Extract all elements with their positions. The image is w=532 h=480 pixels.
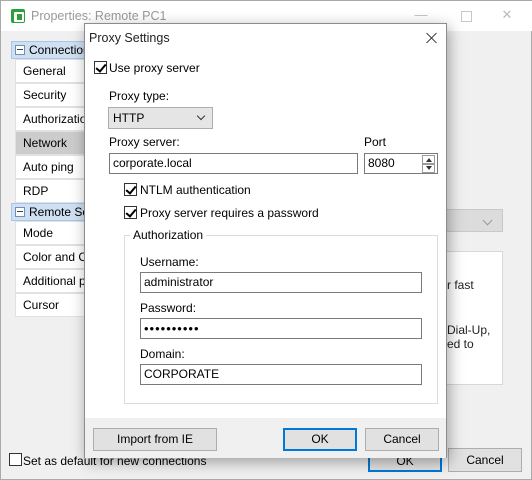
close-icon[interactable]: ✕	[497, 7, 517, 25]
ntlm-label: NTLM authentication	[140, 183, 251, 197]
cancel-button[interactable]: Cancel	[365, 428, 439, 451]
proxy-type-select[interactable]: HTTP	[108, 107, 213, 129]
authorization-group-label: Authorization	[130, 228, 207, 242]
port-label: Port	[364, 135, 387, 149]
ok-button[interactable]: OK	[283, 428, 357, 451]
proxy-type-label: Proxy type:	[109, 89, 170, 103]
requires-password-label: Proxy server requires a password	[140, 206, 319, 220]
collapse-icon[interactable]	[15, 207, 25, 217]
port-value: 8080	[368, 156, 395, 170]
username-label: Username:	[140, 255, 199, 269]
domain-label: Domain:	[140, 347, 185, 361]
dialog-body: Use proxy server Proxy type: HTTP Proxy …	[85, 52, 446, 418]
proxy-server-label: Proxy server:	[109, 135, 180, 149]
proxy-type-value: HTTP	[113, 111, 145, 125]
close-icon[interactable]	[423, 29, 441, 47]
password-label: Password:	[140, 301, 197, 315]
dialog-title: Proxy Settings	[89, 31, 170, 45]
spin-up-icon[interactable]	[422, 155, 435, 164]
set-default-checkbox[interactable]	[9, 453, 22, 466]
requires-password-checkbox[interactable]	[124, 206, 137, 219]
collapse-icon[interactable]	[15, 45, 25, 55]
background-text-fragment: Dial-Up,	[447, 323, 491, 337]
background-text-fragment: ed to	[447, 337, 474, 351]
domain-input[interactable]: CORPORATE	[140, 364, 422, 385]
dialog-footer: Import from IE OK Cancel	[85, 418, 446, 458]
chevron-down-icon	[196, 111, 206, 121]
background-description-box	[441, 251, 503, 385]
proxy-settings-dialog: Proxy Settings Use proxy server Proxy ty…	[84, 23, 447, 458]
spin-down-icon[interactable]	[422, 164, 435, 173]
background-cancel-button[interactable]: Cancel	[448, 448, 522, 472]
ntlm-checkbox[interactable]	[124, 183, 137, 196]
maximize-icon[interactable]	[456, 7, 476, 25]
background-combo[interactable]	[441, 209, 503, 232]
window-title: Properties: Remote PC1	[31, 9, 167, 23]
use-proxy-label: Use proxy server	[109, 61, 200, 75]
import-from-ie-button[interactable]: Import from IE	[93, 428, 217, 451]
background-text-fragment: r fast	[447, 278, 474, 292]
proxy-server-input[interactable]: corporate.local	[109, 153, 358, 174]
password-input[interactable]: ••••••••••	[140, 318, 422, 339]
category-list: Connection General Security Authorizatio…	[11, 41, 105, 321]
app-icon	[11, 9, 25, 23]
username-input[interactable]: administrator	[140, 272, 422, 293]
use-proxy-checkbox[interactable]	[94, 61, 107, 74]
